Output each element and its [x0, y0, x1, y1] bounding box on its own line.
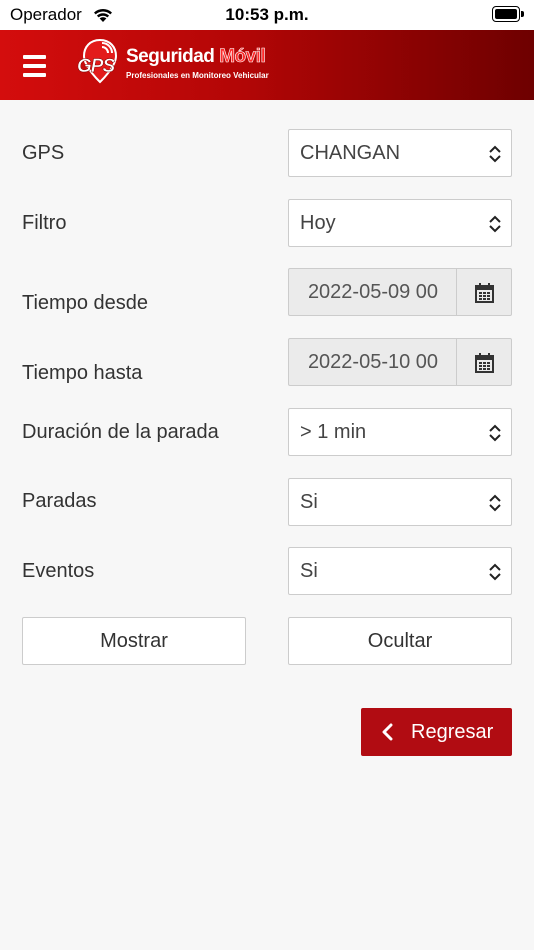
paradas-row: Paradas Si	[0, 478, 534, 526]
tiempo-hasta-row: Tiempo hasta 2022-05-10 00	[0, 338, 534, 386]
eventos-select[interactable]: Si	[288, 547, 512, 595]
tiempo-hasta-value: 2022-05-10 00	[307, 351, 439, 373]
battery-icon	[492, 6, 524, 22]
filtro-row: Filtro Hoy	[0, 199, 534, 247]
chevron-left-icon	[382, 723, 393, 741]
tiempo-desde-row: Tiempo desde 2022-05-09 00	[0, 268, 534, 316]
tiempo-hasta-input[interactable]: 2022-05-10 00	[288, 338, 456, 386]
hamburger-menu-icon[interactable]	[23, 55, 46, 77]
tiempo-hasta-calendar-button[interactable]	[456, 338, 512, 386]
clock: 10:53 p.m.	[225, 5, 309, 24]
chevron-updown-icon	[489, 145, 501, 163]
tiempo-desde-label: Tiempo desde	[22, 292, 148, 314]
eventos-select-value: Si	[300, 560, 318, 582]
filtro-select[interactable]: Hoy	[288, 199, 512, 247]
logo-badge: GPS	[77, 56, 116, 78]
calendar-icon	[475, 283, 494, 303]
duracion-row: Duración de la parada > 1 min	[0, 408, 534, 456]
eventos-label: Eventos	[22, 560, 95, 582]
tiempo-desde-picker: 2022-05-09 00	[288, 268, 512, 316]
status-bar: Operador 10:53 p.m.	[0, 0, 534, 30]
logo-title: Seguridad Móvil	[126, 46, 266, 68]
eventos-row: Eventos Si	[0, 547, 534, 595]
duracion-select[interactable]: > 1 min	[288, 408, 512, 456]
gps-label: GPS	[22, 142, 65, 164]
calendar-icon	[475, 353, 494, 373]
duracion-label: Duración de la parada	[22, 421, 219, 443]
regresar-button[interactable]: Regresar	[361, 708, 512, 756]
filtro-label: Filtro	[22, 212, 67, 234]
regresar-label: Regresar	[411, 721, 494, 743]
ocultar-button[interactable]: Ocultar	[288, 617, 512, 665]
mostrar-button[interactable]: Mostrar	[22, 617, 246, 665]
app-logo: GPS Seguridad Móvil Profesionales en Mon…	[75, 36, 295, 94]
tiempo-desde-calendar-button[interactable]	[456, 268, 512, 316]
gps-row: GPS CHANGAN	[0, 129, 534, 177]
tiempo-hasta-label: Tiempo hasta	[22, 362, 143, 384]
paradas-select[interactable]: Si	[288, 478, 512, 526]
chevron-updown-icon	[489, 215, 501, 233]
chevron-updown-icon	[489, 424, 501, 442]
paradas-select-value: Si	[300, 491, 318, 513]
tiempo-hasta-picker: 2022-05-10 00	[288, 338, 512, 386]
tiempo-desde-value: 2022-05-09 00	[307, 281, 439, 303]
gps-select[interactable]: CHANGAN	[288, 129, 512, 177]
paradas-label: Paradas	[22, 490, 97, 512]
tiempo-desde-input[interactable]: 2022-05-09 00	[288, 268, 456, 316]
chevron-updown-icon	[489, 563, 501, 581]
gps-select-value: CHANGAN	[300, 142, 401, 164]
app-header: GPS Seguridad Móvil Profesionales en Mon…	[0, 30, 534, 100]
filtro-select-value: Hoy	[300, 212, 336, 234]
duracion-select-value: > 1 min	[300, 421, 367, 443]
logo-subtitle: Profesionales en Monitoreo Vehicular	[126, 71, 269, 80]
chevron-updown-icon	[489, 494, 501, 512]
